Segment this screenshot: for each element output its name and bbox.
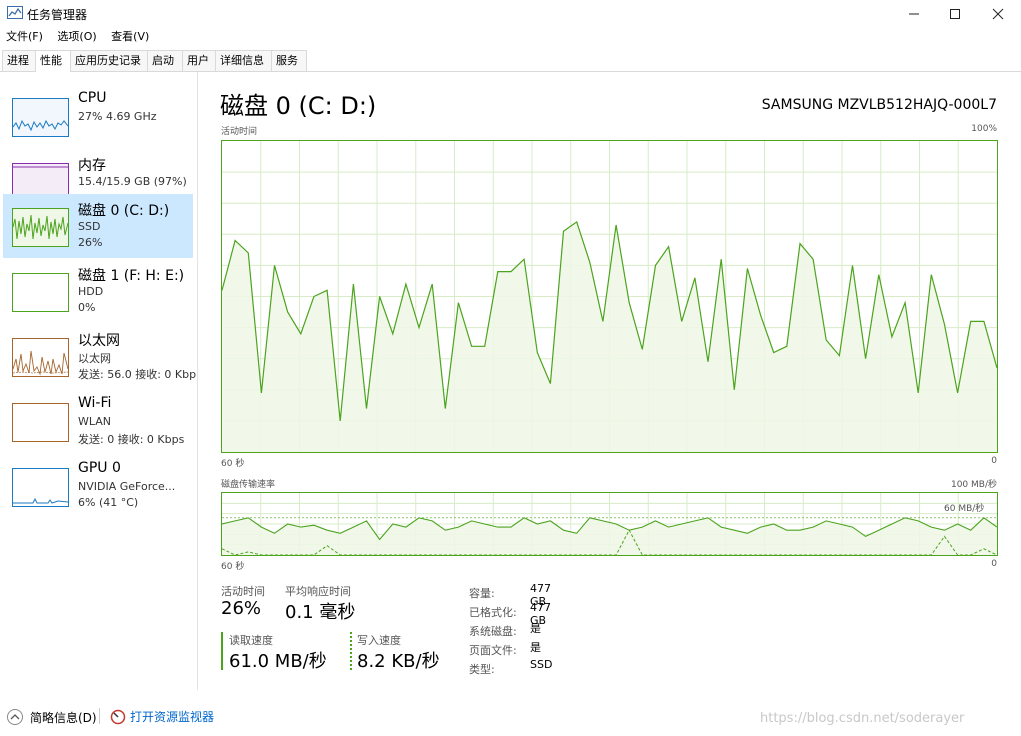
graph-activity-x-right: 0 (991, 456, 997, 466)
read-speed-value: 61.0 MB/秒 (229, 651, 327, 672)
tab-details[interactable]: 详细信息 (215, 50, 275, 71)
sidebar-item-title: Wi-Fi (78, 395, 112, 411)
sidebar-item-title: GPU 0 (78, 460, 121, 476)
sidebar-item-gpu[interactable]: GPU 0 NVIDIA GeForce... 6% (41 °C) (3, 454, 193, 518)
sidebar-item-disk-1[interactable]: 磁盘 1 (F: H: E:) HDD 0% (3, 259, 193, 323)
resource-monitor-label: 打开资源监视器 (130, 710, 215, 724)
graph-transfer-label: 磁盘传输速率 (221, 480, 276, 490)
sidebar-item-detail: 27% 4.69 GHz (78, 110, 157, 123)
menu-view[interactable]: 查看(V) (111, 28, 149, 44)
system-disk-label: 系统磁盘: (469, 625, 517, 638)
sidebar-item-usage: 26% (78, 236, 103, 249)
tab-app-history[interactable]: 应用历史记录 (70, 50, 150, 71)
type-value: SSD (530, 658, 553, 671)
menu-file[interactable]: 文件(F) (6, 28, 43, 44)
wifi-thumbnail (12, 403, 69, 442)
sidebar-item-title: 以太网 (78, 333, 120, 349)
resource-monitor-icon (110, 709, 126, 724)
sidebar-item-detail: WLAN (78, 415, 112, 428)
graph-transfer-x-right: 0 (991, 559, 997, 569)
disk-0-thumbnail (12, 208, 69, 247)
sidebar-item-usage: 6% (41 °C) (78, 496, 139, 509)
sidebar-item-wifi[interactable]: Wi-Fi WLAN 发送: 0 接收: 0 Kbps (3, 389, 193, 453)
minimize-button[interactable] (892, 0, 936, 28)
disk-info-table: 容量: 477 GB 已格式化: 477 GB 系统磁盘: 是 页面文件: 是 类型: S… (469, 582, 552, 677)
chevron-up-icon (7, 709, 23, 725)
summary-label: 简略信息(D) (30, 710, 97, 725)
formatted-label: 已格式化: (469, 606, 517, 619)
response-time-value: 0.1 毫秒 (285, 602, 356, 623)
sidebar-item-ethernet[interactable]: 以太网 以太网 发送: 56.0 接收: 0 Kbp (3, 324, 197, 388)
disk-model: SAMSUNG MZVLB512HAJQ-000L7 (761, 97, 997, 113)
tab-users[interactable]: 用户 (182, 50, 218, 71)
write-speed-value: 8.2 KB/秒 (357, 651, 440, 672)
sidebar-item-detail: SSD (78, 220, 101, 233)
sidebar-item-title: CPU (78, 90, 107, 106)
sidebar-item-detail: 15.4/15.9 GB (97%) (78, 175, 187, 188)
task-manager-icon (7, 6, 23, 19)
open-resource-monitor-link[interactable]: 打开资源监视器 (110, 708, 214, 725)
ethernet-thumbnail (12, 338, 69, 377)
write-speed-label: 写入速度 (357, 634, 401, 647)
sidebar-item-disk-0[interactable]: 磁盘 0 (C: D:) SSD 26% (3, 194, 193, 258)
cpu-thumbnail (12, 98, 69, 137)
maximize-button[interactable] (933, 0, 977, 28)
page-file-label: 页面文件: (469, 644, 517, 657)
sidebar-item-title: 磁盘 1 (F: H: E:) (78, 268, 185, 284)
write-speed-marker (350, 632, 352, 670)
sidebar-item-throughput: 发送: 56.0 接收: 0 Kbp (78, 368, 197, 381)
graph-transfer-x-left: 60 秒 (221, 562, 245, 572)
summary-toggle[interactable]: 简略信息(D) (6, 708, 97, 726)
sidebar: CPU 27% 4.69 GHz 内存 15.4/15.9 GB (97%) 磁… (0, 72, 198, 690)
page-title: 磁盘 0 (C: D:) (220, 92, 377, 120)
footer-divider (99, 708, 100, 724)
minimize-icon (909, 13, 919, 15)
active-time-label: 活动时间 (221, 585, 265, 598)
tab-processes[interactable]: 进程 (2, 50, 38, 71)
tab-bar: 进程 性能 应用历史记录 启动 用户 详细信息 服务 (0, 50, 1021, 72)
disk-1-thumbnail (12, 273, 69, 312)
menu-options[interactable]: 选项(O) (57, 28, 96, 44)
close-icon (992, 8, 1004, 20)
graph-activity-x-left: 60 秒 (221, 459, 245, 469)
sidebar-item-detail: 以太网 (78, 352, 111, 365)
sidebar-item-title: 内存 (78, 158, 106, 174)
type-label: 类型: (469, 663, 495, 676)
sidebar-item-title: 磁盘 0 (C: D:) (78, 203, 170, 219)
graph-activity-label: 活动时间 (221, 127, 258, 137)
graph-activity-max: 100% (971, 124, 997, 134)
menu-bar: 文件(F) 选项(O) 查看(V) (0, 28, 154, 46)
sidebar-item-throughput: 发送: 0 接收: 0 Kbps (78, 433, 185, 446)
capacity-label: 容量: (469, 587, 495, 600)
response-time-label: 平均响应时间 (285, 585, 351, 598)
read-speed-label: 读取速度 (229, 634, 273, 647)
window-title: 任务管理器 (27, 8, 88, 22)
maximize-icon (950, 9, 960, 19)
tab-performance[interactable]: 性能 (35, 50, 71, 72)
system-disk-value: 是 (530, 622, 541, 635)
sidebar-item-detail: NVIDIA GeForce... (78, 480, 176, 493)
activity-time-graph (221, 140, 998, 453)
gpu-thumbnail (12, 468, 69, 507)
sidebar-item-detail: HDD (78, 285, 104, 298)
transfer-rate-graph (221, 492, 998, 556)
graph-transfer-max: 100 MB/秒 (950, 480, 997, 490)
watermark: https://blog.csdn.net/soderayer (760, 711, 965, 726)
page-file-value: 是 (530, 641, 541, 654)
sidebar-item-usage: 0% (78, 301, 96, 314)
graph-transfer-inner-label: 60 MB/秒 (944, 504, 985, 514)
read-speed-marker (221, 632, 223, 670)
tab-startup[interactable]: 启动 (147, 50, 183, 71)
tab-services[interactable]: 服务 (271, 50, 307, 71)
title-bar: 任务管理器 (0, 0, 1021, 28)
active-time-value: 26% (221, 598, 262, 619)
close-button[interactable] (976, 0, 1020, 28)
sidebar-item-cpu[interactable]: CPU 27% 4.69 GHz (3, 84, 193, 148)
